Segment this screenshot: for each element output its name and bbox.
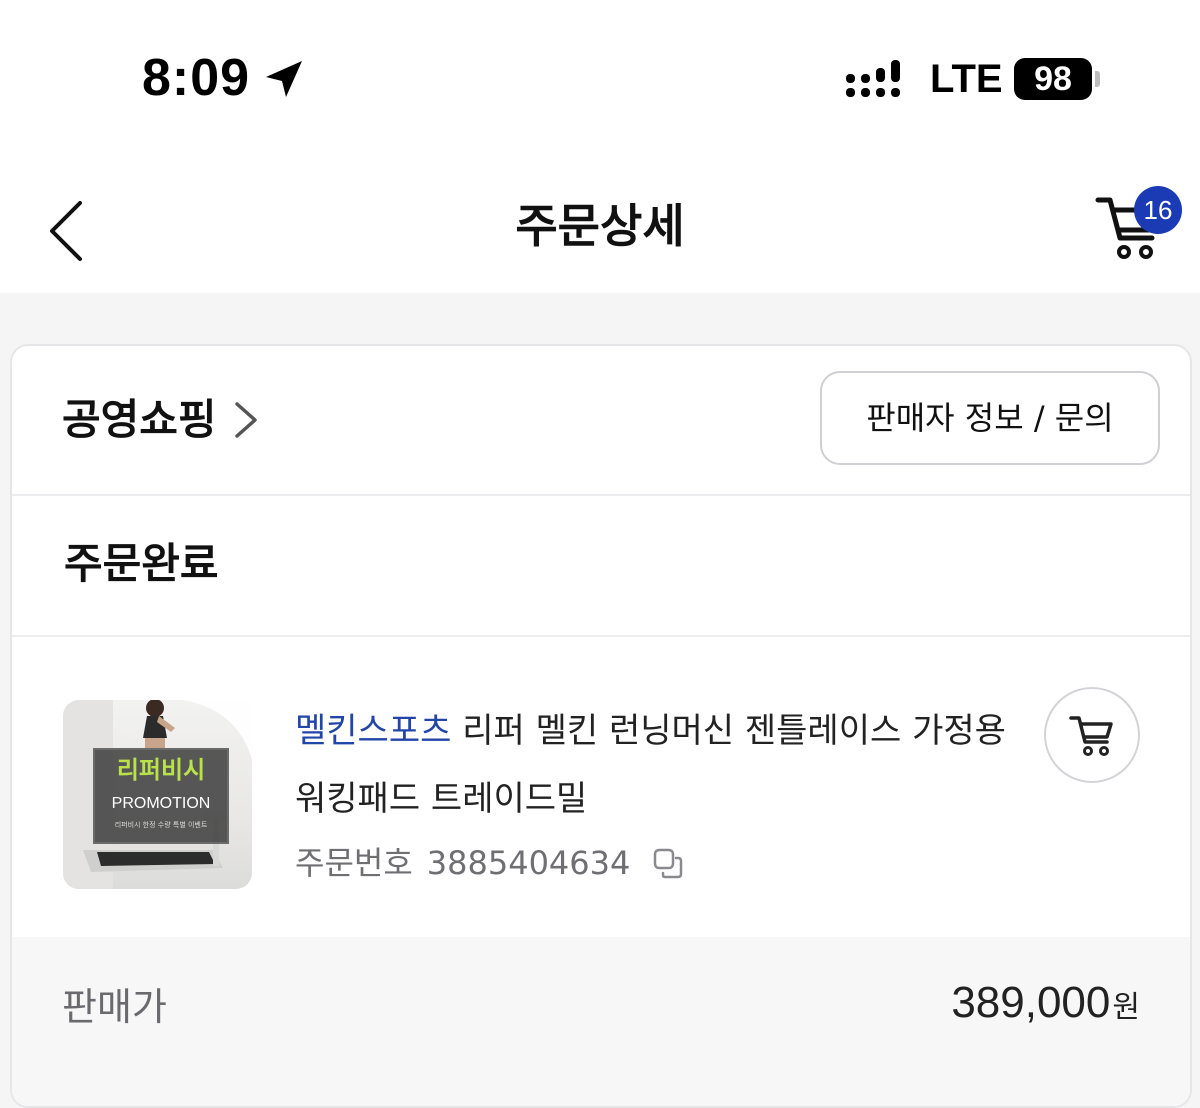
status-time: 8:09 <box>142 49 251 107</box>
product-row: 리퍼비시 PROMOTION 리퍼비시 한정 수량 특별 이벤트 멜킨스포츠 리… <box>12 637 1190 937</box>
order-number-line: 주문번호 3885404634 <box>295 835 1015 891</box>
promotion-subtitle: PROMOTION <box>111 795 211 812</box>
price-value: 389,000 원 <box>951 973 1140 1033</box>
product-info: 멜킨스포츠 리퍼 멜킨 런닝머신 젠틀레이스 가정용 워킹패드 트레이드밀 주문… <box>295 697 1015 891</box>
order-status-row: 주문완료 <box>12 496 1190 637</box>
copy-icon[interactable] <box>652 847 684 879</box>
promotion-banner: 리퍼비시 PROMOTION 리퍼비시 한정 수량 특별 이벤트 <box>93 748 229 844</box>
price-amount: 389,000 <box>951 978 1111 1027</box>
seller-link[interactable]: 공영쇼핑 <box>62 390 261 450</box>
page-title: 주문상세 <box>515 199 685 253</box>
product-thumbnail[interactable]: 리퍼비시 PROMOTION 리퍼비시 한정 수량 특별 이벤트 <box>63 700 252 889</box>
nav-bar: 주문상세 16 <box>0 160 1200 293</box>
price-label: 판매가 <box>62 985 167 1029</box>
cart-button[interactable]: 16 <box>1094 186 1194 270</box>
price-unit: 원 <box>1112 990 1140 1025</box>
status-bar: 8:09 LTE 98 <box>0 0 1200 160</box>
product-brand: 멜킨스포츠 <box>295 711 452 751</box>
product-name-link[interactable]: 멜킨스포츠 리퍼 멜킨 런닝머신 젠틀레이스 가정용 워킹패드 트레이드밀 <box>295 697 1015 833</box>
battery-indicator: 98 <box>1014 58 1092 100</box>
order-number: 3885404634 <box>426 844 631 882</box>
network-label: LTE <box>930 57 1003 101</box>
promotion-title: 리퍼비시 <box>116 756 206 784</box>
signal-icon <box>846 60 900 97</box>
location-arrow-icon <box>266 61 302 97</box>
battery-tip <box>1095 71 1100 87</box>
cart-icon <box>1069 716 1113 756</box>
order-number-label: 주문번호 <box>295 844 413 882</box>
seller-name: 공영쇼핑 <box>62 395 217 444</box>
add-to-cart-button[interactable] <box>1044 687 1140 783</box>
seller-row: 공영쇼핑 판매자 정보 / 문의 <box>12 346 1190 496</box>
chevron-right-icon <box>234 402 257 438</box>
price-row: 판매가 389,000 원 <box>12 937 1190 1106</box>
cart-count-badge: 16 <box>1134 186 1182 234</box>
seller-info-button[interactable]: 판매자 정보 / 문의 <box>820 371 1160 465</box>
order-status: 주문완료 <box>64 539 219 588</box>
order-card: 공영쇼핑 판매자 정보 / 문의 주문완료 리퍼비시 PROMOTION 리퍼비… <box>10 344 1192 1108</box>
promotion-caption: 리퍼비시 한정 수량 특별 이벤트 <box>114 821 208 829</box>
